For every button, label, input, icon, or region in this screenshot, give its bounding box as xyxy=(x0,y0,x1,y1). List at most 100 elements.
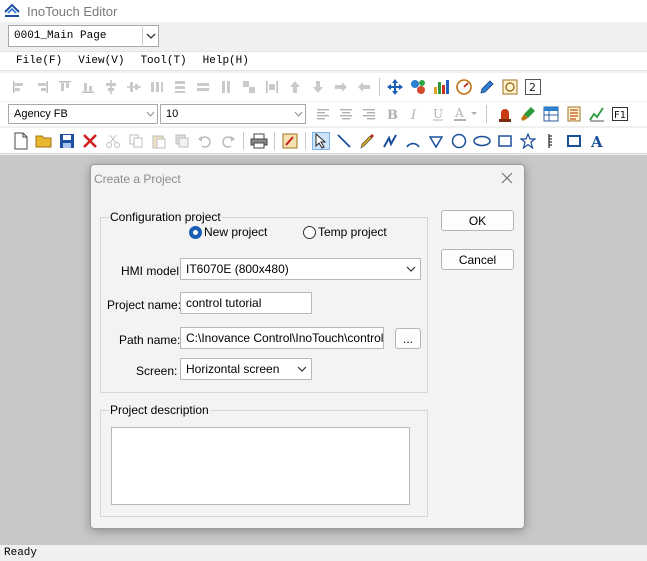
menu-tool[interactable]: Tool(T) xyxy=(140,55,186,67)
align-center-horizontal-icon[interactable] xyxy=(102,78,120,96)
delete-icon[interactable] xyxy=(81,132,99,150)
svg-text:I: I xyxy=(410,108,417,121)
new-file-icon[interactable] xyxy=(12,132,30,150)
align-top-icon[interactable] xyxy=(56,78,74,96)
distribute-vertical-icon[interactable] xyxy=(171,78,189,96)
font-name-combo[interactable]: Agency FB xyxy=(8,104,158,124)
pointer-select-icon[interactable] xyxy=(312,131,330,150)
text-align-center-icon[interactable] xyxy=(337,105,355,123)
pen-chart-icon[interactable] xyxy=(588,105,606,123)
menu-help[interactable]: Help(H) xyxy=(203,55,249,67)
title-bar: InoTouch Editor xyxy=(0,0,647,22)
brush-icon[interactable] xyxy=(519,105,537,123)
chevron-down-icon[interactable] xyxy=(291,111,305,117)
text-tool-icon[interactable]: A xyxy=(588,132,606,150)
lamp-icon[interactable] xyxy=(496,105,514,123)
menu-view[interactable]: View(V) xyxy=(78,55,124,67)
same-height-icon[interactable] xyxy=(217,78,235,96)
align-center-vertical-icon[interactable] xyxy=(125,78,143,96)
bold-icon[interactable]: B xyxy=(383,105,401,123)
project-description-textarea[interactable] xyxy=(111,427,410,505)
menu-file[interactable]: File(F) xyxy=(16,55,62,67)
chevron-down-icon[interactable] xyxy=(402,266,420,272)
cancel-button[interactable]: Cancel xyxy=(441,249,514,270)
device-network-icon[interactable] xyxy=(409,78,427,96)
radio-temp-project[interactable]: Temp project xyxy=(303,225,387,239)
space-evenly-icon[interactable] xyxy=(263,78,281,96)
path-name-input[interactable]: C:\Inovance Control\InoTouch\control tu xyxy=(180,327,384,349)
save-icon[interactable] xyxy=(58,132,76,150)
polygon-tool-icon[interactable] xyxy=(427,132,445,150)
line-tool-icon[interactable] xyxy=(335,132,353,150)
print-icon[interactable] xyxy=(250,132,268,150)
browse-button[interactable]: ... xyxy=(395,328,421,349)
screen-number-icon[interactable]: 2 xyxy=(524,78,542,96)
toolbar-separator xyxy=(486,105,487,123)
function-key-icon[interactable]: F1 xyxy=(611,105,629,123)
undo-icon[interactable] xyxy=(196,132,214,150)
project-name-label: Project name: xyxy=(107,298,182,312)
radio-unselected-indicator[interactable] xyxy=(303,225,316,239)
chevron-down-icon[interactable] xyxy=(293,366,311,372)
ellipse-tool-icon[interactable] xyxy=(473,132,491,150)
bar-chart-icon[interactable] xyxy=(432,78,450,96)
radio-new-project[interactable]: New project xyxy=(189,225,267,239)
table-grid-icon[interactable] xyxy=(542,105,560,123)
hmi-model-label: HMI model: xyxy=(121,264,183,278)
cut-icon[interactable] xyxy=(104,132,122,150)
gauge-icon[interactable] xyxy=(455,78,473,96)
bring-forward-icon[interactable] xyxy=(286,78,304,96)
recipe-icon[interactable] xyxy=(501,78,519,96)
svg-text:A: A xyxy=(590,133,603,149)
properties-icon[interactable] xyxy=(281,132,299,150)
move-left-icon[interactable] xyxy=(355,78,373,96)
font-size-combo[interactable]: 10 xyxy=(160,104,306,124)
distribute-horizontal-icon[interactable] xyxy=(148,78,166,96)
close-icon[interactable] xyxy=(500,171,514,185)
ok-button[interactable]: OK xyxy=(441,210,514,231)
open-folder-icon[interactable] xyxy=(35,132,53,150)
copy-icon[interactable] xyxy=(127,132,145,150)
circle-tool-icon[interactable] xyxy=(450,132,468,150)
hmi-model-select[interactable]: IT6070E (800x480) xyxy=(180,258,421,280)
send-backward-icon[interactable] xyxy=(309,78,327,96)
move-tool-icon[interactable] xyxy=(386,78,404,96)
font-color-icon[interactable]: A xyxy=(452,105,480,123)
duplicate-icon[interactable] xyxy=(173,132,191,150)
text-align-right-icon[interactable] xyxy=(360,105,378,123)
app-logo-icon xyxy=(3,3,21,19)
align-right-icon[interactable] xyxy=(33,78,51,96)
align-bottom-icon[interactable] xyxy=(79,78,97,96)
svg-text:B: B xyxy=(387,108,398,121)
italic-icon[interactable]: I xyxy=(406,105,424,123)
chevron-down-icon[interactable] xyxy=(143,111,157,117)
move-right-icon[interactable] xyxy=(332,78,350,96)
polyline-tool-icon[interactable] xyxy=(381,132,399,150)
text-align-left-icon[interactable] xyxy=(314,105,332,123)
list-icon[interactable] xyxy=(565,105,583,123)
page-selector-value: 0001_Main Page xyxy=(14,30,107,42)
page-selector[interactable]: 0001_Main Page xyxy=(8,25,159,47)
frame-tool-icon[interactable] xyxy=(565,132,583,150)
status-bar: Ready xyxy=(0,545,647,561)
dialog-title: Create a Project xyxy=(94,172,181,186)
freehand-pen-icon[interactable] xyxy=(358,132,376,150)
arc-tool-icon[interactable] xyxy=(404,132,422,150)
star-tool-icon[interactable] xyxy=(519,132,537,150)
chevron-down-icon[interactable] xyxy=(142,27,158,45)
radio-temp-project-label: Temp project xyxy=(318,225,387,239)
radio-selected-indicator[interactable] xyxy=(189,225,202,239)
paste-icon[interactable] xyxy=(150,132,168,150)
same-size-icon[interactable] xyxy=(240,78,258,96)
underline-icon[interactable]: U xyxy=(429,105,447,123)
toolbar-separator xyxy=(274,131,275,150)
rectangle-tool-icon[interactable] xyxy=(496,132,514,150)
screen-label: Screen: xyxy=(136,364,178,378)
scale-tool-icon[interactable] xyxy=(542,132,560,150)
project-name-input[interactable]: control tutorial xyxy=(180,292,312,314)
same-width-icon[interactable] xyxy=(194,78,212,96)
pen-edit-icon[interactable] xyxy=(478,78,496,96)
screen-orientation-select[interactable]: Horizontal screen xyxy=(180,358,312,380)
align-left-icon[interactable] xyxy=(10,78,28,96)
redo-icon[interactable] xyxy=(219,132,237,150)
